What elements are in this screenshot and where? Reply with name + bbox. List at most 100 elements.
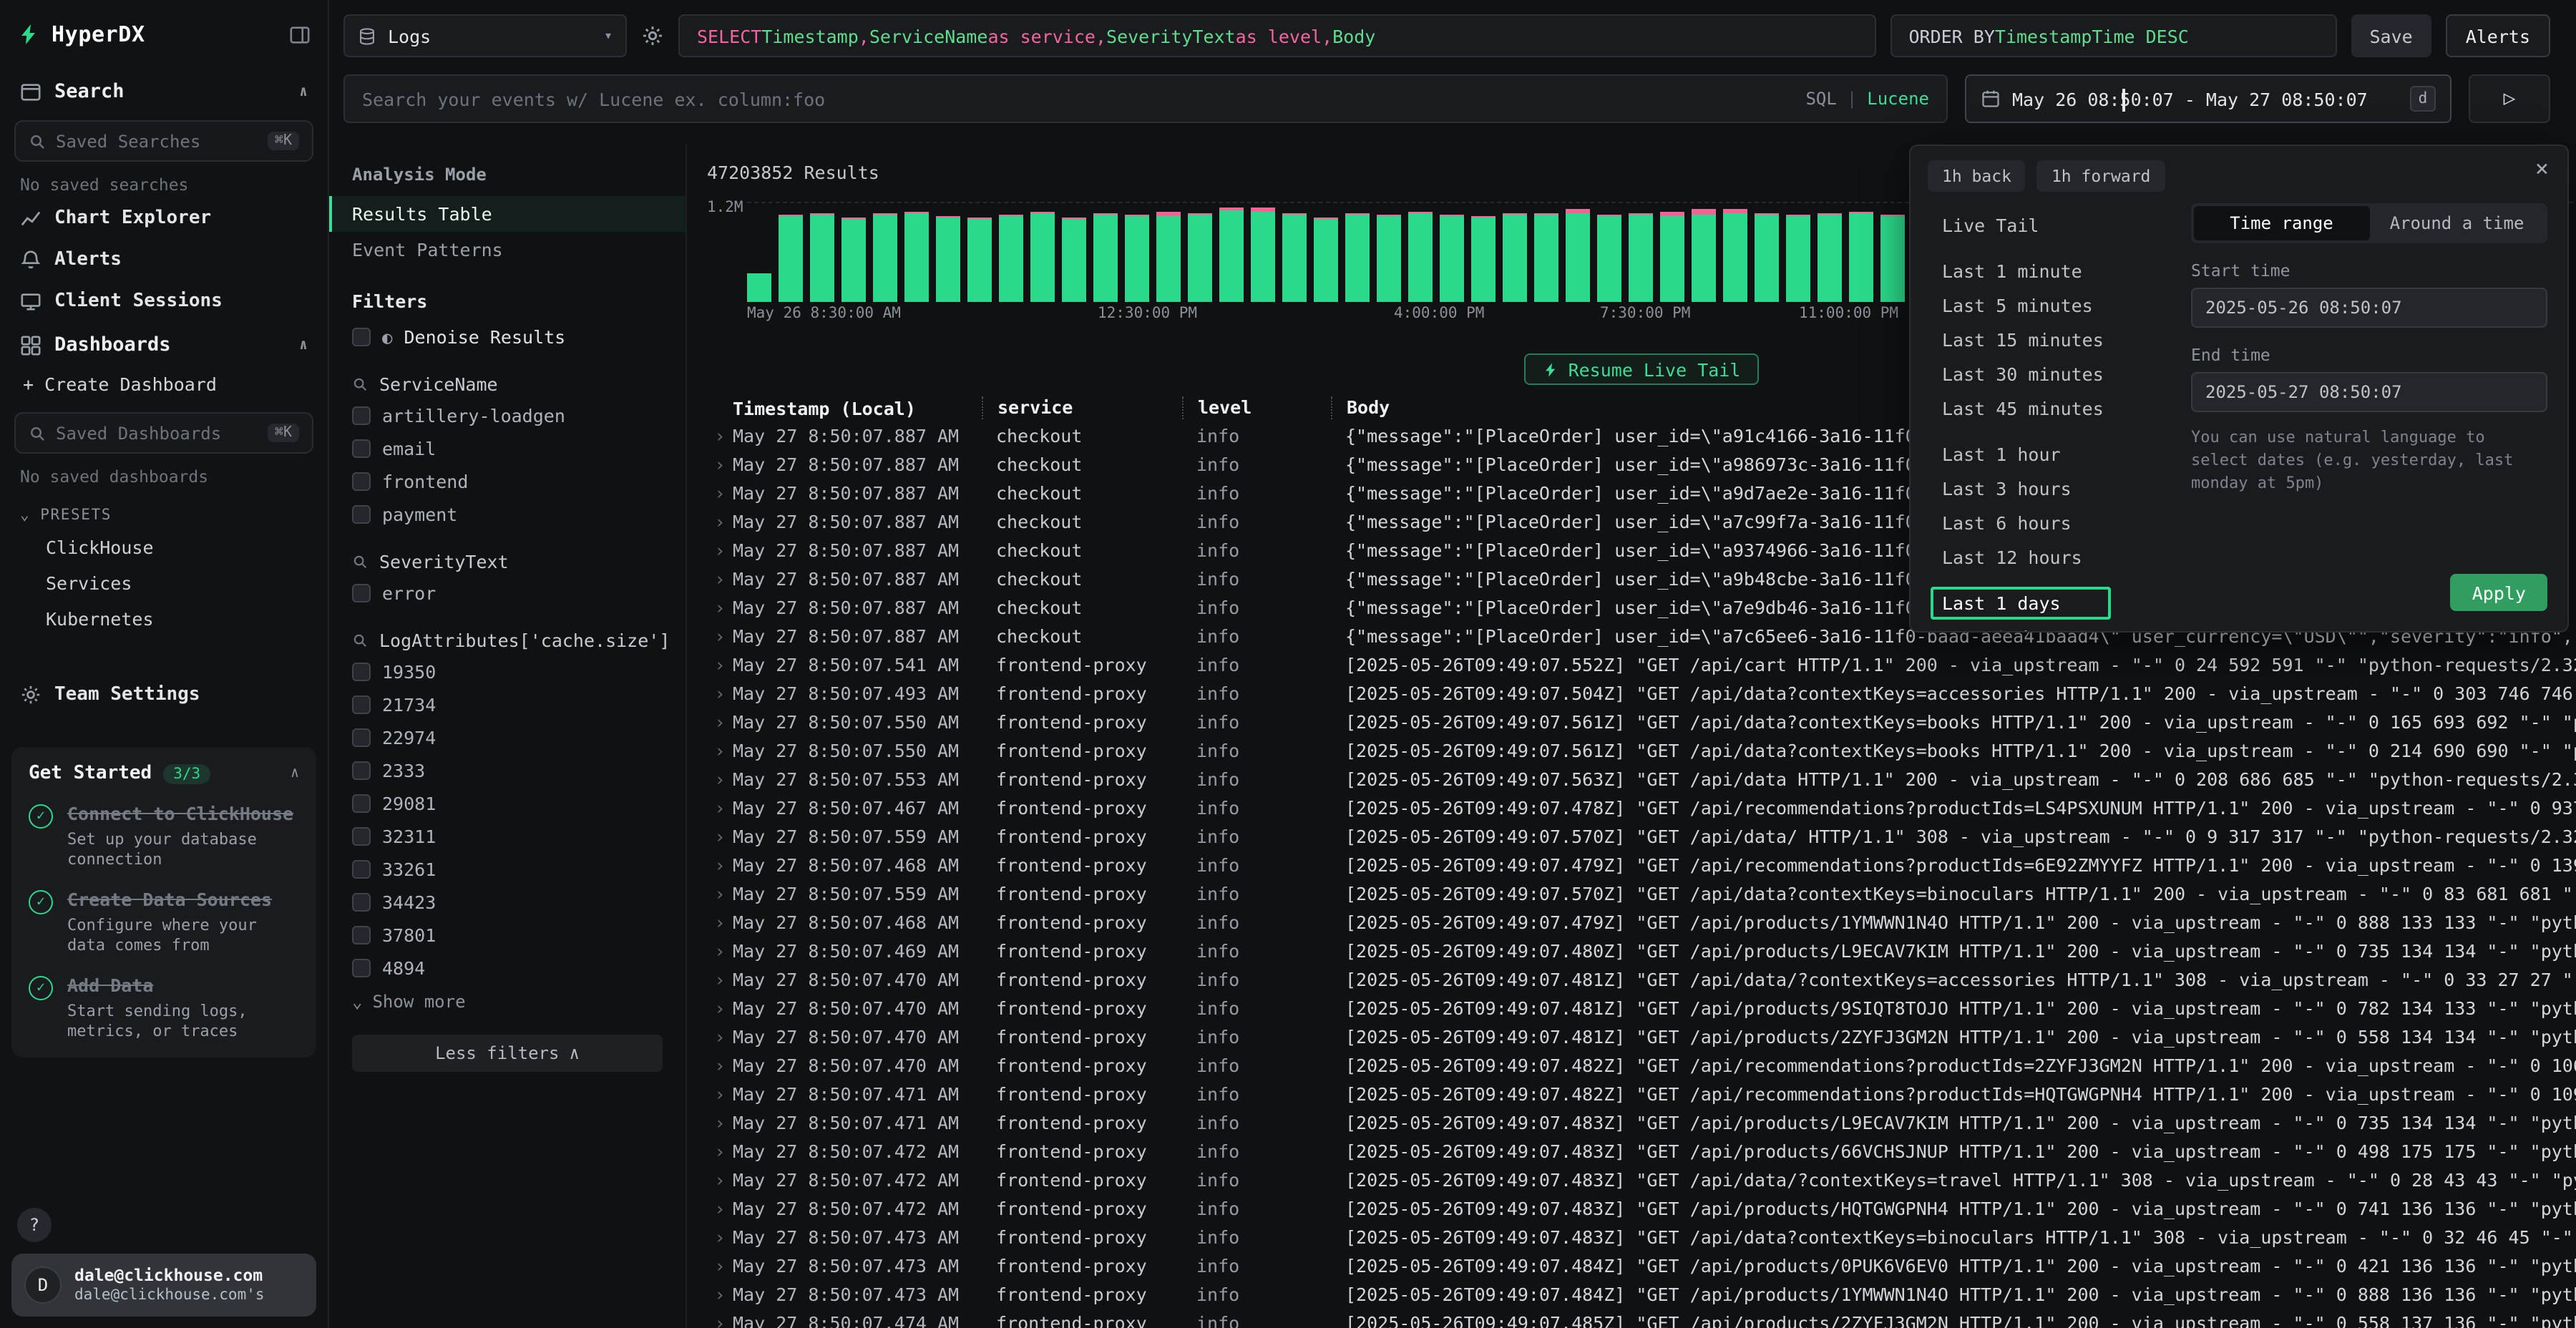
- checkbox[interactable]: [352, 472, 371, 491]
- chart-bar[interactable]: [810, 213, 834, 302]
- time-option[interactable]: Last 12 hours: [1931, 541, 2160, 574]
- chart-bar[interactable]: [873, 213, 897, 302]
- date-range-picker[interactable]: May 26 08:50:07 - May 27 08:50:07 d: [1965, 74, 2451, 123]
- chart-bar[interactable]: [936, 216, 960, 302]
- time-option[interactable]: Last 5 minutes: [1931, 289, 2160, 322]
- row-expand-icon[interactable]: ›: [707, 651, 733, 680]
- table-row[interactable]: ›May 27 8:50:07.467 AMfrontend-proxyinfo…: [707, 794, 2576, 823]
- sidebar-item-team-settings[interactable]: Team Settings: [11, 674, 316, 716]
- start-time-input[interactable]: [2191, 288, 2547, 328]
- table-row[interactable]: ›May 27 8:50:07.470 AMfrontend-proxyinfo…: [707, 1052, 2576, 1080]
- row-expand-icon[interactable]: ›: [707, 966, 733, 995]
- chart-bar[interactable]: [1723, 209, 1747, 302]
- row-expand-icon[interactable]: ›: [707, 508, 733, 537]
- shift-back-button[interactable]: 1h back: [1928, 160, 2026, 192]
- row-expand-icon[interactable]: ›: [707, 451, 733, 479]
- table-row[interactable]: ›May 27 8:50:07.541 AMfrontend-proxyinfo…: [707, 651, 2576, 680]
- row-expand-icon[interactable]: ›: [707, 794, 733, 823]
- row-expand-icon[interactable]: ›: [707, 1138, 733, 1166]
- checkbox[interactable]: [352, 328, 371, 346]
- table-row[interactable]: ›May 27 8:50:07.468 AMfrontend-proxyinfo…: [707, 851, 2576, 880]
- column-service[interactable]: service: [982, 396, 1182, 419]
- table-row[interactable]: ›May 27 8:50:07.493 AMfrontend-proxyinfo…: [707, 680, 2576, 708]
- alerts-button[interactable]: Alerts: [2446, 14, 2550, 57]
- presets-toggle[interactable]: ⌄ PRESETS: [11, 489, 316, 529]
- language-toggle-sql[interactable]: SQL: [1805, 89, 1836, 109]
- row-expand-icon[interactable]: ›: [707, 1252, 733, 1281]
- source-settings-gear-icon[interactable]: [641, 24, 664, 47]
- sidebar-section-dashboards[interactable]: Dashboards ∧: [11, 325, 316, 365]
- time-option[interactable]: Last 30 minutes: [1931, 358, 2160, 391]
- apply-button[interactable]: Apply: [2451, 574, 2547, 611]
- checkbox[interactable]: [352, 926, 371, 944]
- language-toggle-lucene[interactable]: Lucene: [1867, 89, 1929, 109]
- row-expand-icon[interactable]: ›: [707, 594, 733, 622]
- saved-searches-search[interactable]: ⌘K: [14, 120, 313, 162]
- sql-select-editor[interactable]: SELECT Timestamp, ServiceName as service…: [678, 14, 1875, 57]
- chart-bar[interactable]: [1597, 215, 1621, 302]
- filter-item[interactable]: 4894: [329, 952, 686, 985]
- row-expand-icon[interactable]: ›: [707, 422, 733, 451]
- filter-item[interactable]: 21734: [329, 688, 686, 721]
- chart-bar[interactable]: [1503, 213, 1527, 302]
- chart-bar[interactable]: [1629, 213, 1653, 302]
- chart-bar[interactable]: [1849, 212, 1873, 302]
- row-expand-icon[interactable]: ›: [707, 823, 733, 851]
- mode-results-table[interactable]: Results Table: [329, 196, 686, 232]
- saved-dashboards-input[interactable]: [56, 423, 258, 443]
- run-query-button[interactable]: ▷: [2469, 74, 2550, 123]
- end-time-input[interactable]: [2191, 372, 2547, 412]
- chart-bar[interactable]: [1786, 215, 1810, 302]
- row-expand-icon[interactable]: ›: [707, 766, 733, 794]
- checkbox[interactable]: [352, 728, 371, 747]
- time-option[interactable]: Last 1 hour: [1931, 438, 2160, 471]
- tab-time-range[interactable]: Time range: [2194, 206, 2369, 240]
- table-row[interactable]: ›May 27 8:50:07.550 AMfrontend-proxyinfo…: [707, 737, 2576, 766]
- checkbox[interactable]: [352, 827, 371, 846]
- time-option[interactable]: Last 15 minutes: [1931, 323, 2160, 356]
- source-select[interactable]: Logs ▾: [343, 14, 627, 57]
- row-expand-icon[interactable]: ›: [707, 1080, 733, 1109]
- row-expand-icon[interactable]: ›: [707, 995, 733, 1023]
- filter-item[interactable]: 33261: [329, 853, 686, 886]
- chart-bar[interactable]: [1345, 213, 1370, 302]
- table-row[interactable]: ›May 27 8:50:07.553 AMfrontend-proxyinfo…: [707, 766, 2576, 794]
- table-row[interactable]: ›May 27 8:50:07.559 AMfrontend-proxyinfo…: [707, 880, 2576, 909]
- chart-bar[interactable]: [1188, 213, 1212, 302]
- chart-bar[interactable]: [1251, 208, 1275, 302]
- row-expand-icon[interactable]: ›: [707, 851, 733, 880]
- resume-live-tail-button[interactable]: Resume Live Tail: [1524, 353, 1760, 385]
- row-expand-icon[interactable]: ›: [707, 880, 733, 909]
- less-filters-button[interactable]: Less filters ∧: [352, 1035, 663, 1072]
- checkbox[interactable]: [352, 439, 371, 458]
- filter-item[interactable]: frontend: [329, 465, 686, 498]
- row-expand-icon[interactable]: ›: [707, 565, 733, 594]
- saved-searches-input[interactable]: [56, 131, 258, 151]
- shift-forward-button[interactable]: 1h forward: [2037, 160, 2165, 192]
- row-expand-icon[interactable]: ›: [707, 1052, 733, 1080]
- filter-item[interactable]: artillery-loadgen: [329, 399, 686, 432]
- row-expand-icon[interactable]: ›: [707, 1109, 733, 1138]
- table-row[interactable]: ›May 27 8:50:07.550 AMfrontend-proxyinfo…: [707, 708, 2576, 737]
- row-expand-icon[interactable]: ›: [707, 1309, 733, 1328]
- chart-bar[interactable]: [1880, 215, 1905, 302]
- checkbox[interactable]: [352, 695, 371, 714]
- event-search-input[interactable]: [362, 88, 1794, 109]
- checkbox[interactable]: [352, 584, 371, 602]
- filter-item[interactable]: 22974: [329, 721, 686, 754]
- chart-bar[interactable]: [747, 273, 771, 302]
- row-expand-icon[interactable]: ›: [707, 1166, 733, 1195]
- table-row[interactable]: ›May 27 8:50:07.471 AMfrontend-proxyinfo…: [707, 1109, 2576, 1138]
- row-expand-icon[interactable]: ›: [707, 737, 733, 766]
- checkbox[interactable]: [352, 505, 371, 524]
- sidebar-item-client-sessions[interactable]: Client Sessions: [11, 280, 316, 322]
- sidebar-item-alerts[interactable]: Alerts: [11, 239, 316, 280]
- close-icon[interactable]: ×: [2535, 155, 2549, 182]
- time-option[interactable]: Last 1 minute: [1931, 255, 2160, 288]
- chart-bar[interactable]: [1534, 213, 1558, 302]
- table-row[interactable]: ›May 27 8:50:07.473 AMfrontend-proxyinfo…: [707, 1281, 2576, 1309]
- get-started-item[interactable]: ✓Create Data SourcesConfigure where your…: [29, 889, 299, 956]
- chart-bar[interactable]: [1282, 213, 1307, 302]
- row-expand-icon[interactable]: ›: [707, 909, 733, 937]
- time-option[interactable]: Last 45 minutes: [1931, 392, 2160, 425]
